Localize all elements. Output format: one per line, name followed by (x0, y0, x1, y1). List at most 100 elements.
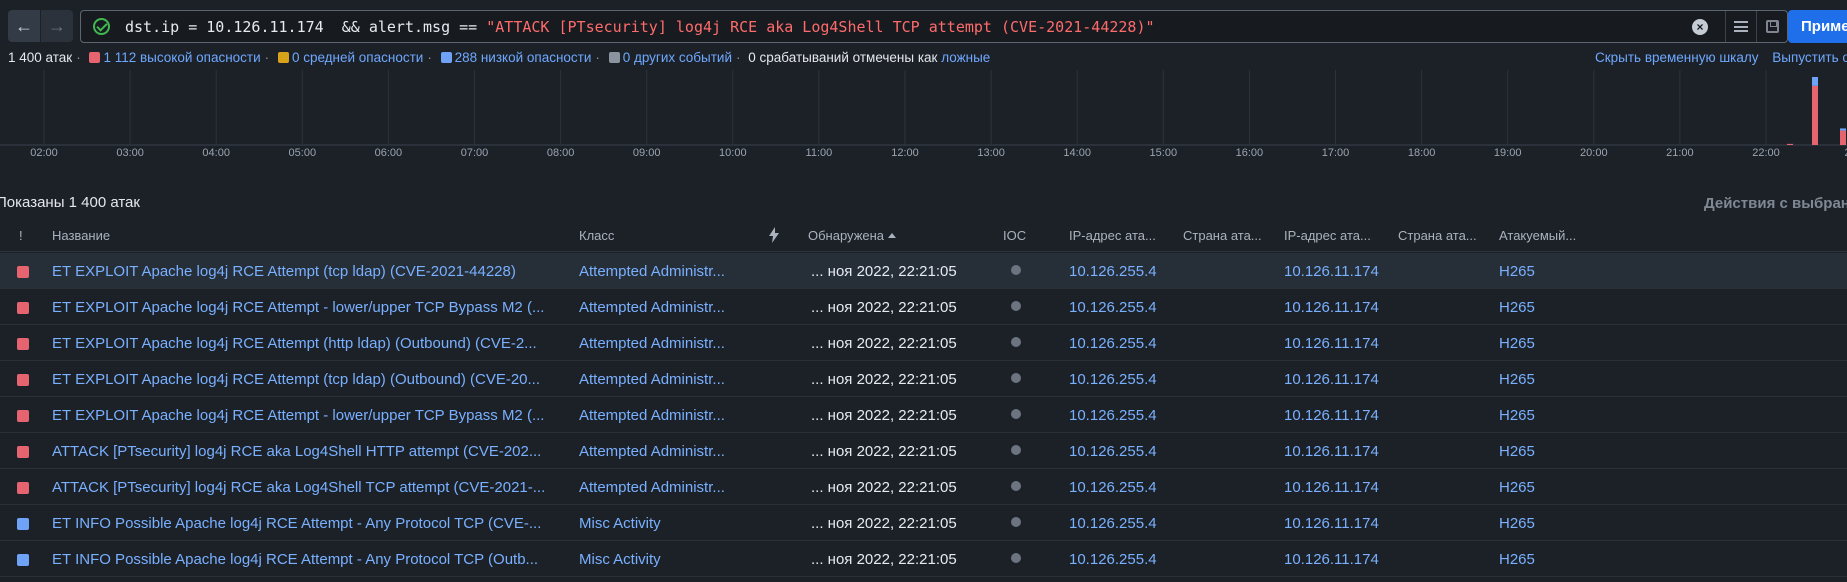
header-src-country[interactable]: Страна ата... (1183, 228, 1262, 243)
apply-button[interactable]: Приме (1788, 10, 1847, 43)
arrow-right-icon: → (48, 15, 66, 36)
target-host-link[interactable]: H265 (1499, 371, 1535, 388)
table-row[interactable]: ET EXPLOIT Apache log4j RCE Attempt (htt… (0, 325, 1847, 361)
table-row[interactable]: ATTACK [PTsecurity] log4j RCE aka Log4Sh… (0, 433, 1847, 469)
query-input[interactable]: dst.ip = 10.126.11.174 && alert.msg == "… (80, 10, 1788, 43)
query-menu-button[interactable] (1725, 11, 1756, 42)
attack-class-link[interactable]: Attempted Administr... (579, 407, 725, 424)
header-dst-ip[interactable]: IP-адрес ата... (1284, 228, 1371, 243)
check-circle-icon (93, 18, 110, 35)
timeline-bar-low[interactable] (1812, 77, 1818, 86)
source-ip-link[interactable]: 10.126.255.4 (1069, 515, 1157, 532)
source-ip-link[interactable]: 10.126.255.4 (1069, 479, 1157, 496)
detected-time: ... ноя 2022, 22:21:05 (811, 515, 957, 532)
menu-icon (1734, 21, 1748, 32)
destination-ip-link[interactable]: 10.126.11.174 (1284, 263, 1379, 280)
attack-class-link[interactable]: Misc Activity (579, 515, 661, 532)
attack-name-link[interactable]: ATTACK [PTsecurity] log4j RCE aka Log4Sh… (52, 479, 545, 496)
arrow-left-icon: ← (15, 15, 33, 36)
attack-name-link[interactable]: ET EXPLOIT Apache log4j RCE Attempt - lo… (52, 407, 544, 424)
table-row[interactable]: ET EXPLOIT Apache log4j RCE Attempt (tcp… (0, 361, 1847, 397)
save-query-button[interactable] (1756, 11, 1787, 42)
attack-class-link[interactable]: Attempted Administr... (579, 263, 725, 280)
sort-ascending-icon (888, 233, 897, 238)
other-events-link[interactable]: 0 других событий (623, 50, 732, 65)
attack-class-link[interactable]: Attempted Administr... (579, 299, 725, 316)
shown-count: Показаны 1 400 атак (0, 194, 140, 211)
target-host-link[interactable]: H265 (1499, 479, 1535, 496)
table-row[interactable]: ET INFO Possible Apache log4j RCE Attemp… (0, 505, 1847, 541)
header-target[interactable]: Атакуемый... (1499, 228, 1576, 243)
destination-ip-link[interactable]: 10.126.11.174 (1284, 299, 1379, 316)
table-row[interactable]: ET INFO Possible Apache log4j RCE Attemp… (0, 541, 1847, 577)
table-row[interactable]: ET EXPLOIT Apache log4j RCE Attempt - lo… (0, 289, 1847, 325)
table-row[interactable]: ATTACK [PTsecurity] log4j RCE aka Log4Sh… (0, 469, 1847, 505)
lightning-icon[interactable] (769, 227, 779, 243)
timeline-tick-label: 12:00 (891, 147, 919, 159)
severity-indicator (17, 266, 29, 278)
header-name[interactable]: Название (52, 228, 110, 243)
table-row[interactable]: ET EXPLOIT Apache log4j RCE Attempt - lo… (0, 397, 1847, 433)
header-detected[interactable]: Обнаружена (808, 228, 897, 243)
timeline-bar-high[interactable] (1812, 85, 1818, 145)
timeline-bar-high[interactable] (1840, 130, 1846, 145)
header-ioc[interactable]: IOC (1003, 228, 1026, 243)
source-ip-link[interactable]: 10.126.255.4 (1069, 407, 1157, 424)
attack-timeline[interactable]: 02:00 03:00 04:00 05:00 06:00 07:00 08:00 09:00… (0, 70, 1847, 190)
attack-class-link[interactable]: Attempted Administr... (579, 371, 725, 388)
attack-name-link[interactable]: ET EXPLOIT Apache log4j RCE Attempt - lo… (52, 299, 544, 316)
destination-ip-link[interactable]: 10.126.11.174 (1284, 371, 1379, 388)
destination-ip-link[interactable]: 10.126.11.174 (1284, 479, 1379, 496)
false-positives-link[interactable]: ложные (941, 50, 990, 65)
destination-ip-link[interactable]: 10.126.11.174 (1284, 515, 1379, 532)
destination-ip-link[interactable]: 10.126.11.174 (1284, 551, 1379, 568)
target-host-link[interactable]: H265 (1499, 299, 1535, 316)
source-ip-link[interactable]: 10.126.255.4 (1069, 371, 1157, 388)
target-host-link[interactable]: H265 (1499, 407, 1535, 424)
header-dst-country[interactable]: Страна ата... (1398, 228, 1477, 243)
source-ip-link[interactable]: 10.126.255.4 (1069, 551, 1157, 568)
attack-class-link[interactable]: Attempted Administr... (579, 335, 725, 352)
attack-name-link[interactable]: ATTACK [PTsecurity] log4j RCE aka Log4Sh… (52, 443, 541, 460)
target-host-link[interactable]: H265 (1499, 335, 1535, 352)
table-row[interactable]: ET EXPLOIT Apache log4j RCE Attempt (tcp… (0, 253, 1847, 289)
ioc-indicator-icon (1011, 409, 1021, 419)
query-text[interactable]: dst.ip = 10.126.11.174 && alert.msg == "… (125, 18, 1155, 36)
low-severity-link[interactable]: 288 низкой опасности (455, 50, 592, 65)
attack-class-link[interactable]: Misc Activity (579, 551, 661, 568)
timeline-bar-high[interactable] (1787, 143, 1793, 145)
severity-indicator (17, 518, 29, 530)
header-severity[interactable]: ! (19, 228, 23, 243)
destination-ip-link[interactable]: 10.126.11.174 (1284, 407, 1379, 424)
source-ip-link[interactable]: 10.126.255.4 (1069, 299, 1157, 316)
forward-button[interactable]: → (41, 10, 73, 42)
target-host-link[interactable]: H265 (1499, 443, 1535, 460)
attack-name-link[interactable]: ET INFO Possible Apache log4j RCE Attemp… (52, 515, 541, 532)
attack-name-link[interactable]: ET INFO Possible Apache log4j RCE Attemp… (52, 551, 538, 568)
export-link[interactable]: Выпустить о (1772, 50, 1847, 65)
destination-ip-link[interactable]: 10.126.11.174 (1284, 443, 1379, 460)
attack-class-link[interactable]: Attempted Administr... (579, 479, 725, 496)
attack-name-link[interactable]: ET EXPLOIT Apache log4j RCE Attempt (htt… (52, 335, 537, 352)
source-ip-link[interactable]: 10.126.255.4 (1069, 443, 1157, 460)
header-class[interactable]: Класс (579, 228, 614, 243)
back-button[interactable]: ← (8, 10, 40, 42)
timeline-bar-low[interactable] (1840, 128, 1846, 131)
header-src-ip[interactable]: IP-адрес ата... (1069, 228, 1156, 243)
clear-icon[interactable]: × (1692, 19, 1708, 35)
destination-ip-link[interactable]: 10.126.11.174 (1284, 335, 1379, 352)
attack-name-link[interactable]: ET EXPLOIT Apache log4j RCE Attempt (tcp… (52, 371, 540, 388)
source-ip-link[interactable]: 10.126.255.4 (1069, 335, 1157, 352)
target-host-link[interactable]: H265 (1499, 515, 1535, 532)
hide-timeline-link[interactable]: Скрыть временную шкалу (1595, 50, 1759, 65)
timeline-tick-label: 17:00 (1322, 147, 1350, 159)
medium-severity-link[interactable]: 0 средней опасности (292, 50, 423, 65)
target-host-link[interactable]: H265 (1499, 263, 1535, 280)
timeline-tick-label: 15:00 (1150, 147, 1178, 159)
attack-class-link[interactable]: Attempted Administr... (579, 443, 725, 460)
bulk-actions-button[interactable]: Действия с выбран (1704, 195, 1847, 212)
target-host-link[interactable]: H265 (1499, 551, 1535, 568)
attack-name-link[interactable]: ET EXPLOIT Apache log4j RCE Attempt (tcp… (52, 263, 516, 280)
source-ip-link[interactable]: 10.126.255.4 (1069, 263, 1157, 280)
high-severity-link[interactable]: 1 112 высокой опасности (103, 50, 260, 65)
